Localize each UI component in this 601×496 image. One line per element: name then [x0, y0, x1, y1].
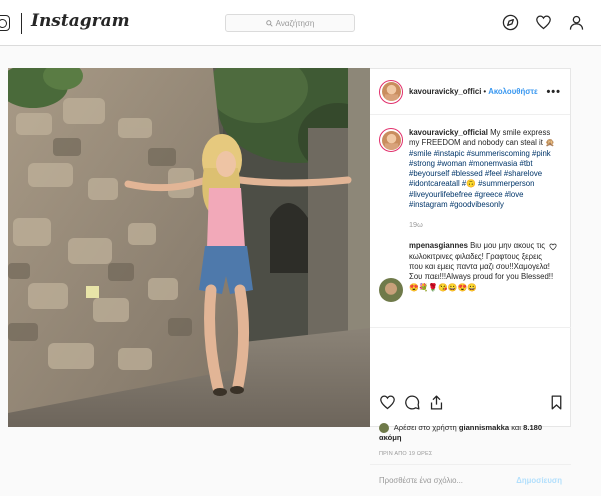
- post-details-panel: kavouravicky_offici • Ακολουθήστε ••• ka…: [370, 68, 571, 485]
- comment-icon[interactable]: [404, 394, 421, 411]
- like-icon[interactable]: [379, 394, 396, 411]
- instagram-wordmark[interactable]: Instagram: [31, 11, 130, 31]
- search-icon: [265, 19, 273, 27]
- likes-summary: Αρέσει στο χρήστη giannismakka και 8.180…: [379, 423, 562, 443]
- instagram-camera-icon[interactable]: [0, 15, 10, 31]
- caption-username[interactable]: kavouravicky_official: [409, 128, 488, 137]
- follow-button[interactable]: Ακολουθήστε: [488, 87, 538, 96]
- search-placeholder: Αναζήτηση: [275, 18, 315, 28]
- bookmark-icon[interactable]: [548, 394, 565, 411]
- caption-text: kavouravicky_official My smile express m…: [409, 128, 559, 210]
- post-comment-button[interactable]: Δημοσίευση: [516, 476, 562, 485]
- divider: [370, 327, 571, 328]
- reply-text: mpenasgiannes Βιυ μου μην ακους τις κωλο…: [409, 241, 554, 292]
- caption-comment: kavouravicky_official My smile express m…: [379, 128, 562, 229]
- reply-username[interactable]: mpenasgiannes: [409, 241, 468, 250]
- liker-username[interactable]: giannismakka: [459, 423, 509, 432]
- post-actions: [370, 395, 571, 415]
- author-username[interactable]: kavouravicky_offici: [409, 87, 481, 96]
- likes-prefix: Αρέσει στο χρήστη: [393, 423, 457, 432]
- share-icon[interactable]: [428, 394, 445, 411]
- top-navigation-bar: Instagram Αναζήτηση: [0, 0, 601, 46]
- caption-hashtags[interactable]: #smile #instapic #summeriscoming #pink #…: [409, 149, 551, 209]
- post-date[interactable]: ΠΡΙΝ ΑΠΟ 19 ΩΡΕΣ: [379, 451, 433, 457]
- comment-like-icon[interactable]: [549, 243, 557, 251]
- photo-scene: [8, 68, 370, 427]
- author-avatar[interactable]: [379, 79, 403, 104]
- compass-icon[interactable]: [502, 14, 519, 31]
- reply-comment: mpenasgiannes Βιυ μου μην ακους τις κωλο…: [379, 241, 562, 303]
- more-options-icon[interactable]: •••: [546, 86, 561, 98]
- comment-input[interactable]: Προσθέστε ένα σχόλιο...: [379, 476, 463, 485]
- heart-icon[interactable]: [535, 14, 552, 31]
- caption-time: 19ω: [409, 220, 423, 230]
- reply-avatar[interactable]: [379, 278, 403, 303]
- search-input[interactable]: Αναζήτηση: [225, 14, 355, 32]
- caption-avatar[interactable]: [379, 128, 403, 152]
- profile-icon[interactable]: [568, 14, 585, 31]
- comments-section: kavouravicky_official My smile express m…: [370, 116, 571, 374]
- likes-conjunction: και: [511, 423, 521, 432]
- liker-avatar[interactable]: [379, 423, 389, 433]
- post-photo[interactable]: [8, 68, 370, 427]
- logo-divider: [21, 13, 22, 34]
- post-header: kavouravicky_offici • Ακολουθήστε •••: [370, 69, 570, 115]
- separator-dot: •: [483, 87, 487, 96]
- add-comment-bar: Προσθέστε ένα σχόλιο... Δημοσίευση: [370, 464, 571, 496]
